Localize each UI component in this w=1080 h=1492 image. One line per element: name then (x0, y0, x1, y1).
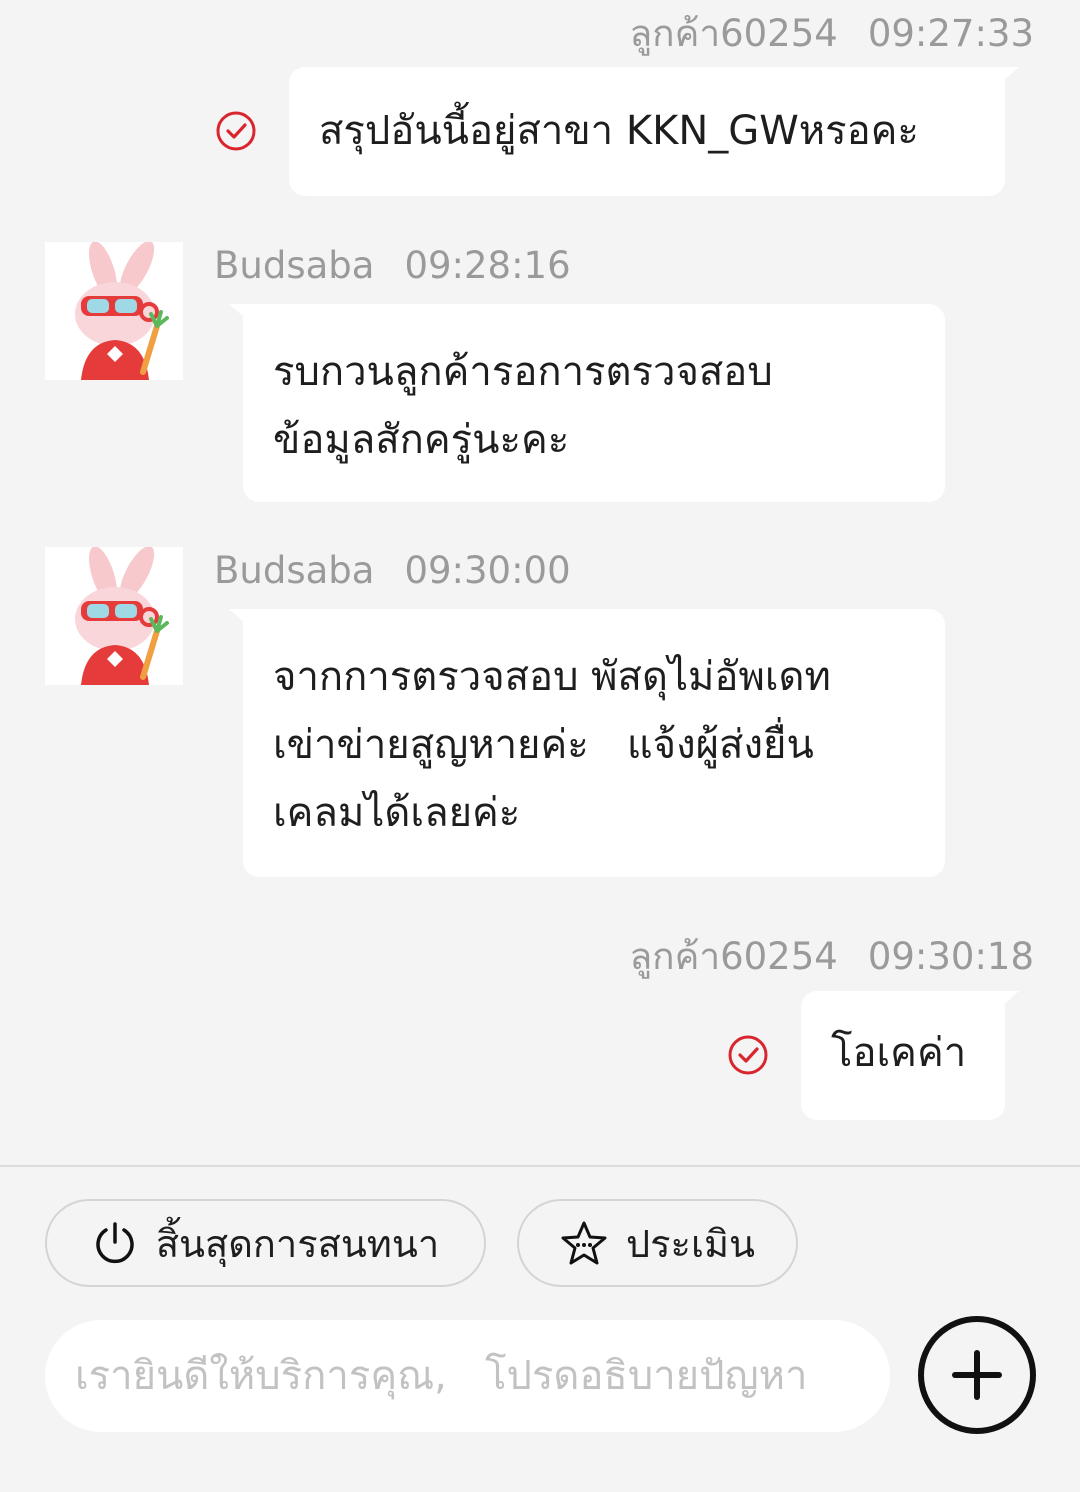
star-icon (561, 1221, 607, 1265)
agent-avatar (45, 547, 183, 685)
message-meta: ลูกค้า60254 09:27:33 (630, 4, 1035, 63)
message-time: 09:30:00 (404, 549, 571, 592)
check-circle-icon (216, 111, 256, 151)
message-time: 09:28:16 (404, 244, 571, 287)
message-bubble[interactable]: สรุปอันนี้อยู่สาขา KKN_GWหรอคะ (289, 67, 1019, 196)
sender-name: Budsaba (214, 244, 375, 287)
message-bubble[interactable]: จากการตรวจสอบ พัสดุไม่อัพเดท เข่าข่ายสูญ… (229, 609, 945, 877)
message-bubble[interactable]: โอเคค่า (801, 991, 1019, 1120)
message-text-line: ข้อมูลสักครู่นะคะ (273, 417, 570, 463)
rate-button[interactable]: ประเมิน (517, 1199, 798, 1287)
check-circle-icon (728, 1035, 768, 1075)
message-text-line: จากการตรวจสอบ พัสดุไม่อัพเดท (273, 654, 831, 700)
rate-label: ประเมิน (626, 1223, 755, 1266)
rabbit-mascot-icon (75, 242, 169, 380)
agent-avatar (45, 242, 183, 380)
message-meta: Budsaba 09:30:00 (214, 549, 571, 592)
divider (0, 1165, 1080, 1167)
sender-name: ลูกค้า60254 (629, 12, 838, 55)
message-text: โอเคค่า (831, 1030, 967, 1076)
message-meta: Budsaba 09:28:16 (214, 244, 571, 287)
message-text-line: รบกวนลูกค้ารอการตรวจสอบ (273, 349, 773, 395)
plus-icon (952, 1350, 1002, 1400)
message-time: 09:30:18 (867, 935, 1034, 978)
chat-message-list[interactable]: ลูกค้า60254 09:27:33 สรุปอันนี้อยู่สาขา K… (0, 0, 1080, 1165)
sender-name: ลูกค้า60254 (629, 935, 838, 978)
message-meta: ลูกค้า60254 09:30:18 (630, 927, 1035, 986)
message-time: 09:27:33 (867, 12, 1034, 55)
rabbit-mascot-icon (75, 547, 169, 685)
message-text-line: เข่าข่ายสูญหายค่ะ แจ้งผู้ส่งยื่น (273, 722, 814, 768)
sender-name: Budsaba (214, 549, 375, 592)
message-bubble[interactable]: รบกวนลูกค้ารอการตรวจสอบ ข้อมูลสักครู่นะค… (229, 304, 945, 502)
power-icon (96, 1222, 134, 1264)
message-input[interactable] (45, 1320, 890, 1432)
message-text-line: เคลมได้เลยค่ะ (273, 790, 521, 836)
message-text: สรุปอันนี้อยู่สาขา KKN_GWหรอคะ (319, 108, 919, 154)
add-attachment-button[interactable] (918, 1316, 1036, 1434)
end-chat-label: สิ้นสุดการสนทนา (155, 1223, 440, 1266)
end-chat-button[interactable]: สิ้นสุดการสนทนา (45, 1199, 486, 1287)
